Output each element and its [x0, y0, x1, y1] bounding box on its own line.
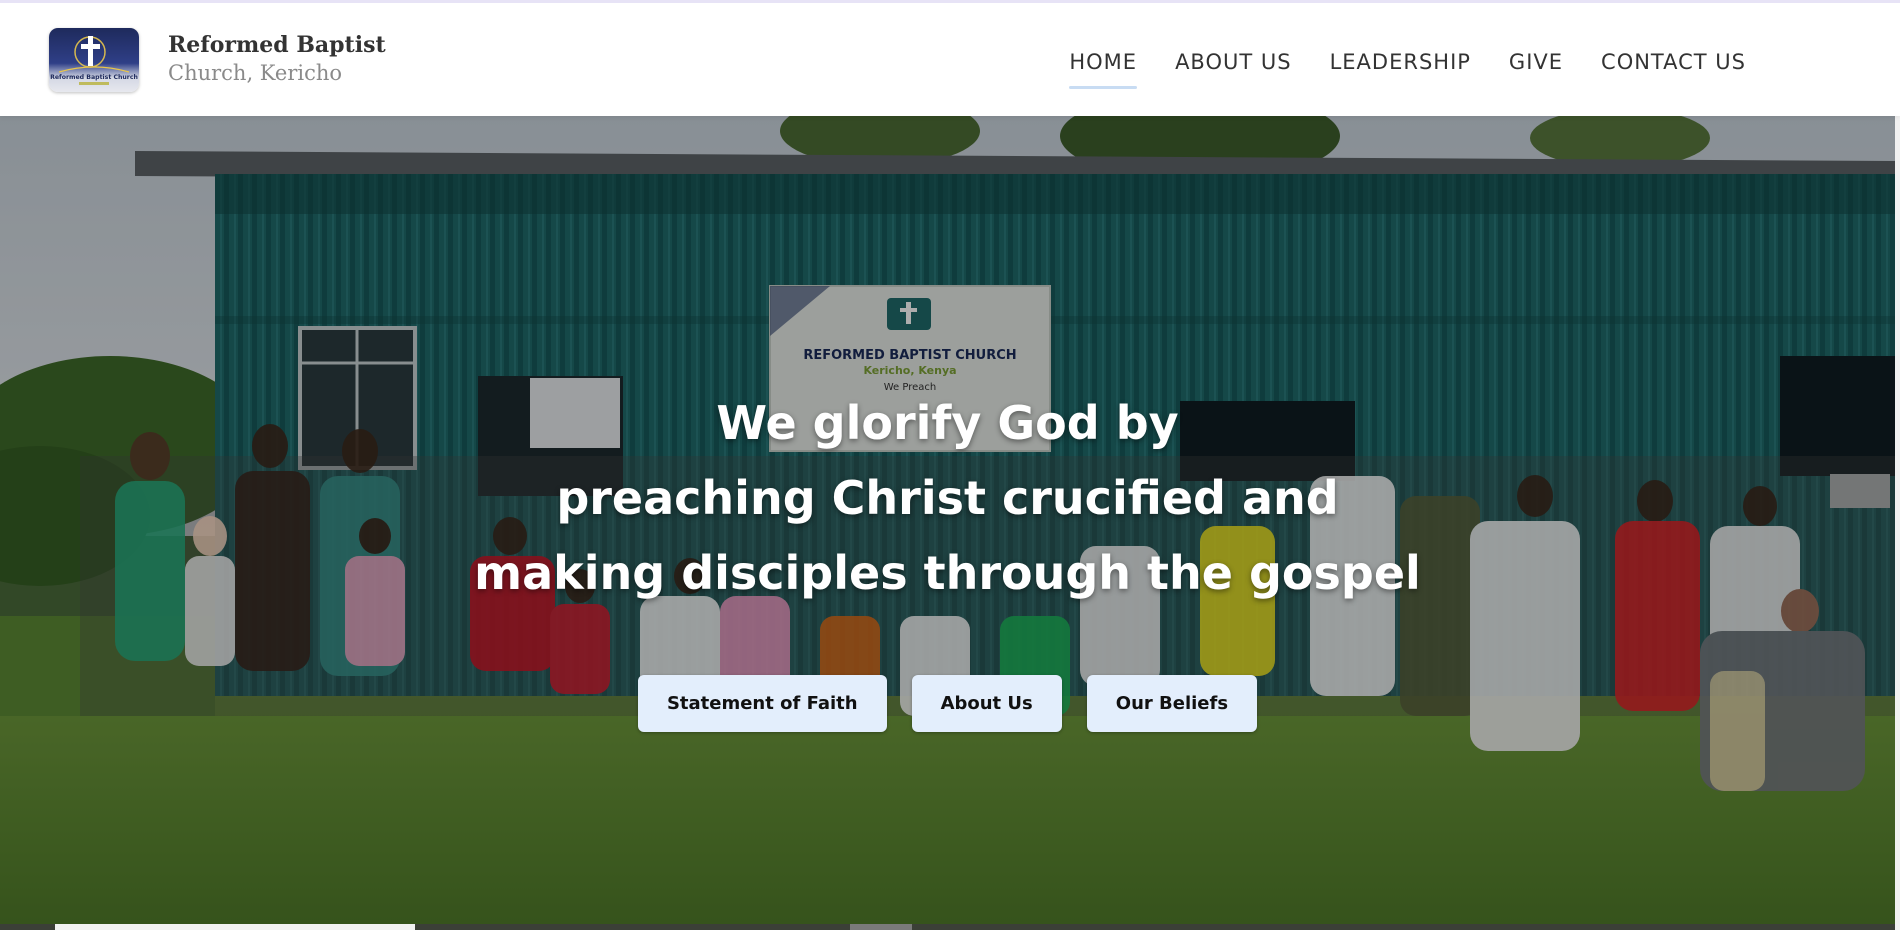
hero-button-group: Statement of Faith About Us Our Beliefs	[0, 675, 1895, 732]
hero-scroll-indicator[interactable]	[55, 924, 415, 930]
hero-section: REFORMED BAPTIST CHURCH Kericho, Kenya W…	[0, 116, 1895, 930]
hero-heading-line-3: making disciples through the gospel	[474, 546, 1421, 600]
svg-text:Reformed Baptist Church: Reformed Baptist Church	[50, 74, 138, 81]
hero-scroll-marker	[850, 924, 912, 930]
about-us-button[interactable]: About Us	[911, 675, 1062, 732]
nav-leadership[interactable]: LEADERSHIP	[1330, 45, 1471, 89]
hero-heading-line-2: preaching Christ crucified and	[556, 471, 1339, 525]
brand-line-2: Church, Kericho	[168, 61, 343, 85]
nav-give[interactable]: GIVE	[1509, 45, 1563, 89]
nav-home[interactable]: HOME	[1069, 45, 1137, 89]
nav-about-us[interactable]: ABOUT US	[1175, 45, 1292, 89]
statement-of-faith-button[interactable]: Statement of Faith	[637, 675, 887, 732]
page: Reformed Baptist Church Reformed Baptist…	[0, 0, 1900, 930]
our-beliefs-button[interactable]: Our Beliefs	[1086, 675, 1258, 732]
hero-heading: We glorify God by preaching Christ cruci…	[0, 386, 1895, 611]
hero-content: We glorify God by preaching Christ cruci…	[0, 386, 1895, 732]
main-nav: HOME ABOUT US LEADERSHIP GIVE CONTACT US	[1031, 45, 1746, 89]
site-header: Reformed Baptist Church Reformed Baptist…	[0, 0, 1900, 116]
nav-contact-us[interactable]: CONTACT US	[1601, 45, 1746, 89]
page-scrollbar[interactable]	[1895, 116, 1900, 930]
brand-name[interactable]: Reformed Baptist Church, Kericho	[168, 31, 386, 87]
brand-line-1: Reformed Baptist	[168, 32, 386, 58]
hero-heading-line-1: We glorify God by	[716, 396, 1179, 450]
cross-icon: Reformed Baptist Church	[50, 36, 138, 85]
church-logo[interactable]: Reformed Baptist Church	[49, 28, 139, 92]
